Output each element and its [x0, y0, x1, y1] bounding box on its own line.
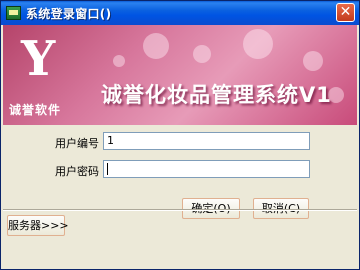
banner: Y 诚誉软件 诚誉化妆品管理系统V1 [3, 25, 357, 125]
logo-mark: Y [21, 31, 56, 87]
divider [3, 209, 357, 211]
app-title: 诚誉化妆品管理系统V1 [101, 83, 332, 107]
text-caret [107, 163, 108, 175]
decor-bokeh [303, 51, 323, 71]
decor-bokeh [113, 55, 125, 67]
app-icon [6, 6, 21, 20]
title-bar[interactable]: 系统登录窗口() ✕ [1, 1, 359, 25]
login-window: 系统登录窗口() ✕ Y 诚誉软件 诚誉化妆品管理系统V1 用户编号 1 用户密… [0, 0, 360, 270]
user-id-label: 用户编号 [55, 137, 99, 150]
user-id-input[interactable]: 1 [103, 132, 310, 150]
server-button[interactable]: 服务器>>> [7, 215, 69, 236]
decor-bokeh [243, 29, 273, 59]
logo-text: 诚誉软件 [9, 103, 62, 117]
close-button[interactable]: ✕ [336, 3, 355, 22]
window-title: 系统登录窗口() [26, 7, 112, 21]
password-input[interactable] [103, 160, 310, 178]
password-label: 用户密码 [55, 165, 99, 178]
decor-bokeh [143, 33, 169, 59]
decor-bokeh [193, 45, 211, 63]
